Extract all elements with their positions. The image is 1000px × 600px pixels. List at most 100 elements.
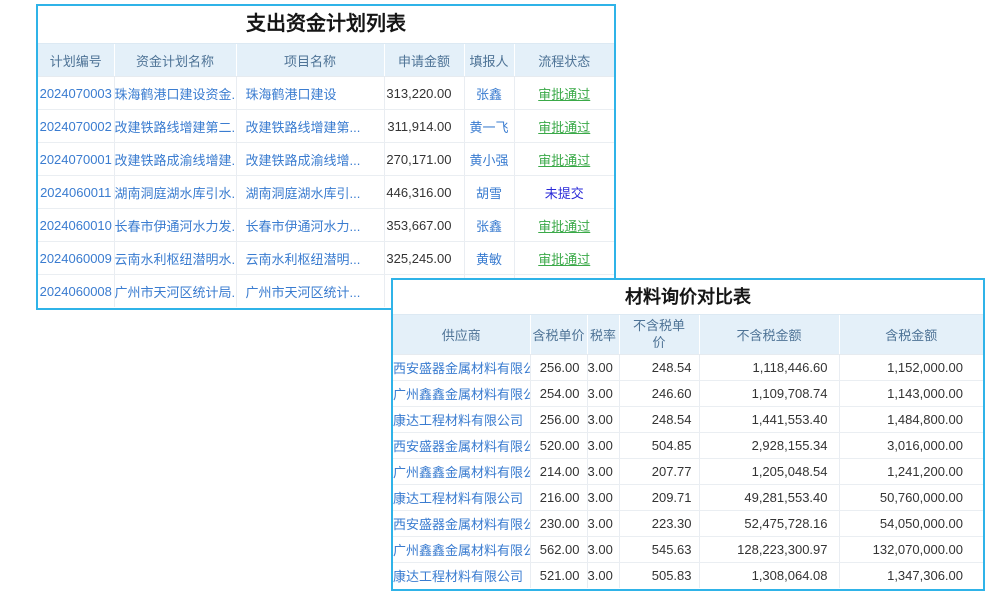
quote-table-card: 材料询价对比表 供应商 含税单价 税率 不含税单价 不含税金额 含税金额 西安盛… <box>391 278 985 591</box>
supplier-link[interactable]: 西安盛器金属材料有限公司 <box>393 511 530 537</box>
tax-amount-cell: 132,070,000.00 <box>839 537 983 563</box>
column-header-amount: 申请金额 <box>384 44 464 77</box>
column-header-reporter: 填报人 <box>464 44 514 77</box>
supplier-link[interactable]: 康达工程材料有限公司 <box>393 407 530 433</box>
amount-cell: 270,171.00 <box>384 143 464 176</box>
net-unit-price-cell: 545.63 <box>619 537 699 563</box>
status-link[interactable]: 审批通过 <box>514 209 614 242</box>
tax-amount-cell: 1,484,800.00 <box>839 407 983 433</box>
tax-amount-cell: 1,152,000.00 <box>839 355 983 381</box>
fund-plan-name-link[interactable]: 湖南洞庭湖水库引水... <box>114 176 236 209</box>
table-row: 康达工程材料有限公司 256.00 3.00 248.54 1,441,553.… <box>393 407 983 433</box>
status-link[interactable]: 审批通过 <box>514 77 614 110</box>
plan-table-card: 支出资金计划列表 计划编号 资金计划名称 项目名称 申请金额 填报人 流程状态 … <box>36 4 616 310</box>
quote-table-header-row: 供应商 含税单价 税率 不含税单价 不含税金额 含税金额 <box>393 315 983 355</box>
net-amount-cell: 128,223,300.97 <box>699 537 839 563</box>
plan-table-header-row: 计划编号 资金计划名称 项目名称 申请金额 填报人 流程状态 <box>38 44 614 77</box>
fund-plan-name-link[interactable]: 长春市伊通河水力发... <box>114 209 236 242</box>
fund-plan-name-link[interactable]: 珠海鹤港口建设资金... <box>114 77 236 110</box>
tax-amount-cell: 1,241,200.00 <box>839 459 983 485</box>
project-name-link[interactable]: 改建铁路成渝线增... <box>236 143 384 176</box>
plan-no-link[interactable]: 2024070001 <box>38 143 114 176</box>
status-link[interactable]: 审批通过 <box>514 143 614 176</box>
tax-amount-cell: 1,347,306.00 <box>839 563 983 589</box>
project-name-link[interactable]: 珠海鹤港口建设 <box>236 77 384 110</box>
fund-plan-name-link[interactable]: 改建铁路成渝线增建... <box>114 143 236 176</box>
reporter-cell: 黄一飞 <box>464 110 514 143</box>
tax-rate-cell: 3.00 <box>587 537 619 563</box>
amount-cell: 311,914.00 <box>384 110 464 143</box>
table-row: 2024060009 云南水利枢纽潜明水... 云南水利枢纽潜明... 325,… <box>38 242 614 275</box>
project-name-link[interactable]: 云南水利枢纽潜明... <box>236 242 384 275</box>
table-row: 西安盛器金属材料有限公司 230.00 3.00 223.30 52,475,7… <box>393 511 983 537</box>
status-link[interactable]: 审批通过 <box>514 110 614 143</box>
fund-plan-name-link[interactable]: 广州市天河区统计局... <box>114 275 236 308</box>
table-row: 西安盛器金属材料有限公司 256.00 3.00 248.54 1,118,44… <box>393 355 983 381</box>
column-header-fund-plan-name: 资金计划名称 <box>114 44 236 77</box>
supplier-link[interactable]: 广州鑫鑫金属材料有限公司 <box>393 459 530 485</box>
quote-table: 供应商 含税单价 税率 不含税单价 不含税金额 含税金额 西安盛器金属材料有限公… <box>393 315 983 588</box>
supplier-link[interactable]: 西安盛器金属材料有限公司 <box>393 355 530 381</box>
net-unit-price-cell: 248.54 <box>619 355 699 381</box>
status-link[interactable]: 审批通过 <box>514 242 614 275</box>
net-unit-price-cell: 209.71 <box>619 485 699 511</box>
column-header-net-unit-price: 不含税单价 <box>619 315 699 355</box>
column-header-tax-rate: 税率 <box>587 315 619 355</box>
plan-no-link[interactable]: 2024070003 <box>38 77 114 110</box>
tax-amount-cell: 3,016,000.00 <box>839 433 983 459</box>
plan-table-title: 支出资金计划列表 <box>38 6 614 44</box>
reporter-cell: 黄小强 <box>464 143 514 176</box>
plan-no-link[interactable]: 2024060008 <box>38 275 114 308</box>
supplier-link[interactable]: 西安盛器金属材料有限公司 <box>393 433 530 459</box>
tax-unit-price-cell: 216.00 <box>530 485 587 511</box>
table-row: 康达工程材料有限公司 521.00 3.00 505.83 1,308,064.… <box>393 563 983 589</box>
column-header-status: 流程状态 <box>514 44 614 77</box>
tax-rate-cell: 3.00 <box>587 433 619 459</box>
fund-plan-name-link[interactable]: 云南水利枢纽潜明水... <box>114 242 236 275</box>
column-header-net-unit-price-label: 不含税单价 <box>631 318 687 351</box>
project-name-link[interactable]: 湖南洞庭湖水库引... <box>236 176 384 209</box>
project-name-link[interactable]: 长春市伊通河水力... <box>236 209 384 242</box>
net-amount-cell: 2,928,155.34 <box>699 433 839 459</box>
tax-rate-cell: 3.00 <box>587 459 619 485</box>
tax-unit-price-cell: 230.00 <box>530 511 587 537</box>
net-amount-cell: 1,109,708.74 <box>699 381 839 407</box>
table-row: 西安盛器金属材料有限公司 520.00 3.00 504.85 2,928,15… <box>393 433 983 459</box>
net-unit-price-cell: 248.54 <box>619 407 699 433</box>
table-row: 2024060010 长春市伊通河水力发... 长春市伊通河水力... 353,… <box>38 209 614 242</box>
table-row: 2024060011 湖南洞庭湖水库引水... 湖南洞庭湖水库引... 446,… <box>38 176 614 209</box>
net-amount-cell: 1,118,446.60 <box>699 355 839 381</box>
status-link[interactable]: 未提交 <box>514 176 614 209</box>
tax-unit-price-cell: 254.00 <box>530 381 587 407</box>
plan-no-link[interactable]: 2024060010 <box>38 209 114 242</box>
net-amount-cell: 49,281,553.40 <box>699 485 839 511</box>
supplier-link[interactable]: 广州鑫鑫金属材料有限公司 <box>393 537 530 563</box>
tax-amount-cell: 1,143,000.00 <box>839 381 983 407</box>
project-name-link[interactable]: 广州市天河区统计... <box>236 275 384 308</box>
table-row: 2024070003 珠海鹤港口建设资金... 珠海鹤港口建设 313,220.… <box>38 77 614 110</box>
plan-table: 计划编号 资金计划名称 项目名称 申请金额 填报人 流程状态 202407000… <box>38 44 614 307</box>
tax-rate-cell: 3.00 <box>587 563 619 589</box>
tax-rate-cell: 3.00 <box>587 355 619 381</box>
amount-cell: 353,667.00 <box>384 209 464 242</box>
net-amount-cell: 52,475,728.16 <box>699 511 839 537</box>
column-header-project-name: 项目名称 <box>236 44 384 77</box>
supplier-link[interactable]: 广州鑫鑫金属材料有限公司 <box>393 381 530 407</box>
reporter-cell: 黄敏 <box>464 242 514 275</box>
net-unit-price-cell: 246.60 <box>619 381 699 407</box>
supplier-link[interactable]: 康达工程材料有限公司 <box>393 563 530 589</box>
plan-no-link[interactable]: 2024070002 <box>38 110 114 143</box>
reporter-cell: 张鑫 <box>464 77 514 110</box>
table-row: 2024070001 改建铁路成渝线增建... 改建铁路成渝线增... 270,… <box>38 143 614 176</box>
plan-no-link[interactable]: 2024060011 <box>38 176 114 209</box>
supplier-link[interactable]: 康达工程材料有限公司 <box>393 485 530 511</box>
table-row: 康达工程材料有限公司 216.00 3.00 209.71 49,281,553… <box>393 485 983 511</box>
tax-unit-price-cell: 521.00 <box>530 563 587 589</box>
project-name-link[interactable]: 改建铁路线增建第... <box>236 110 384 143</box>
fund-plan-name-link[interactable]: 改建铁路线增建第二... <box>114 110 236 143</box>
net-unit-price-cell: 505.83 <box>619 563 699 589</box>
plan-no-link[interactable]: 2024060009 <box>38 242 114 275</box>
net-amount-cell: 1,441,553.40 <box>699 407 839 433</box>
tax-rate-cell: 3.00 <box>587 407 619 433</box>
quote-table-title: 材料询价对比表 <box>393 280 983 315</box>
